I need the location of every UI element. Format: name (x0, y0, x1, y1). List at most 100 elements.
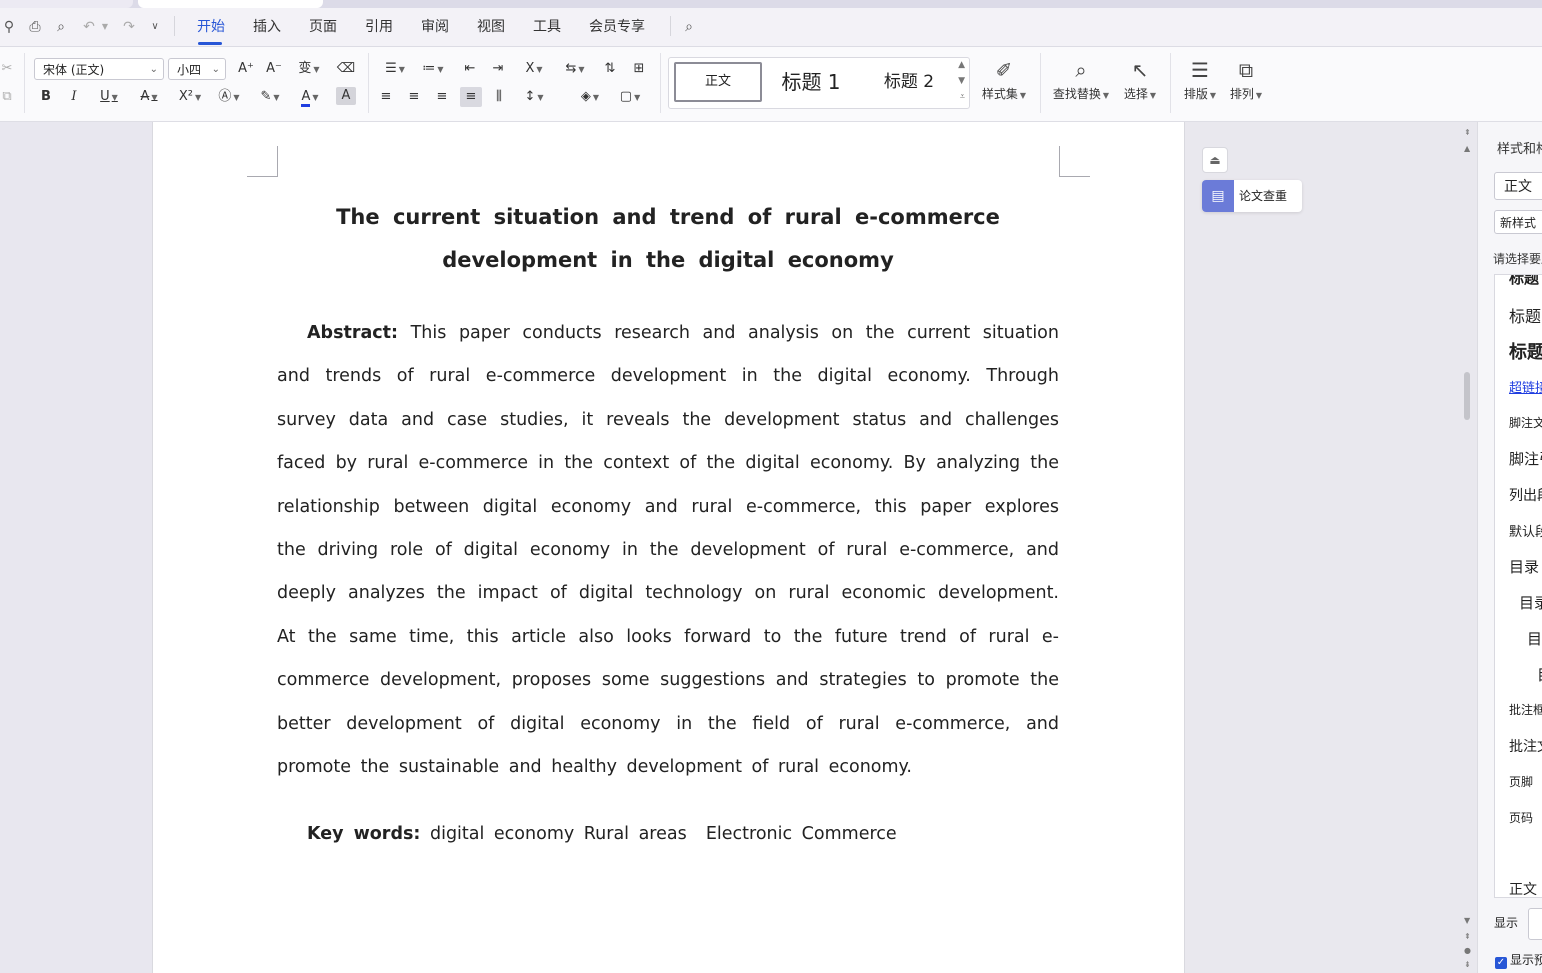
cut-icon[interactable]: ✂ (0, 59, 14, 79)
plagiarism-check-button[interactable]: ▤ 论文查重 (1202, 180, 1302, 212)
sort-icon[interactable]: ⇅ (600, 59, 620, 79)
distribute-icon[interactable]: ⫼ (488, 87, 510, 107)
collapse-icon[interactable]: ⏏ (1202, 147, 1228, 173)
underline-icon[interactable]: U ▼ (94, 87, 124, 107)
style-heading2[interactable]: 标题 2 (869, 62, 949, 102)
tab-insert[interactable]: 插入 (253, 17, 281, 37)
font-family-select[interactable]: 宋体 (正文) ⌄ (34, 58, 164, 80)
style-list-item[interactable]: 脚注引用 (1509, 448, 1542, 469)
abstract-paragraph[interactable]: Abstract: This paper conducts research a… (277, 312, 1059, 789)
style-gallery: 正文 标题 1 标题 2 ▲ ▼ ⩡ (668, 57, 970, 109)
superscript-icon[interactable]: X² ▼ (174, 87, 206, 107)
style-heading1[interactable]: 标题 1 (771, 62, 851, 102)
tab-page[interactable]: 页面 (309, 17, 337, 37)
text-direction-icon[interactable]: Ⅹ ▼ (518, 59, 550, 79)
document-page[interactable]: The current situation and trend of rural… (152, 122, 1185, 973)
current-style-box[interactable]: 正文 (1494, 172, 1542, 200)
style-list-item[interactable]: 目录 (1509, 556, 1539, 577)
show-select[interactable] (1528, 908, 1542, 940)
justify-icon[interactable]: ≡ (460, 87, 482, 107)
style-list-item[interactable]: 目录 (1527, 628, 1542, 649)
shading-icon[interactable]: ◈ ▼ (574, 87, 606, 107)
italic-icon[interactable]: I (64, 87, 84, 107)
char-shading-icon[interactable]: A (336, 87, 356, 105)
font-size-select[interactable]: 小四 ⌄ (168, 58, 226, 80)
style-list-item[interactable]: 页脚 (1509, 773, 1533, 790)
scroll-top-icon[interactable]: ⇞ (1464, 128, 1471, 137)
document-title[interactable]: The current situation and trend of rural… (275, 196, 1061, 282)
print-preview-icon[interactable]: ⌕ (52, 18, 70, 36)
grow-font-icon[interactable]: A⁺ (236, 59, 256, 79)
tab-tools[interactable]: 工具 (533, 17, 561, 37)
style-list-item[interactable]: 目录 (1519, 592, 1542, 613)
link-icon[interactable]: ⚲ (0, 18, 18, 36)
chevron-up-icon[interactable]: ▲ (958, 60, 965, 70)
style-list-item[interactable]: 默认段落字体 (1509, 521, 1542, 540)
align-left-icon[interactable]: ≡ (376, 87, 396, 107)
gallery-expand-icon[interactable]: ⩡ (960, 92, 965, 102)
style-list-item[interactable]: 脚注文本 (1509, 414, 1542, 431)
align-right-icon[interactable]: ≡ (432, 87, 452, 107)
document-tab[interactable] (0, 0, 133, 8)
quick-access-dropdown-icon[interactable]: ∨ (146, 18, 164, 36)
select-button[interactable]: ↖ 选择 ▼ (1112, 55, 1168, 113)
style-list-item[interactable]: 批注文字 (1509, 736, 1542, 756)
show-preview-checkbox[interactable]: ✓显示预览 (1495, 951, 1542, 969)
shrink-font-icon[interactable]: A⁻ (264, 59, 284, 79)
line-break-icon[interactable]: ⇆ ▼ (560, 59, 590, 79)
align-center-icon[interactable]: ≡ (404, 87, 424, 107)
chevron-down-icon[interactable]: ▼ (958, 76, 965, 86)
increase-indent-icon[interactable]: ⇥ (488, 59, 508, 79)
scroll-up-icon[interactable]: ▲ (1464, 144, 1470, 153)
style-list-item[interactable]: 页码 (1509, 809, 1533, 826)
style-list-item[interactable]: 目录 (1537, 664, 1542, 685)
style-normal[interactable]: 正文 (674, 62, 762, 102)
style-set-button[interactable]: ✐ 样式集 ▼ (972, 55, 1036, 113)
phonetic-guide-icon[interactable]: 变 ▼ (294, 59, 324, 79)
find-replace-label: 查找替换 (1052, 87, 1101, 101)
bullet-list-icon[interactable]: ☰ ▼ (380, 59, 410, 79)
bold-icon[interactable]: B (36, 87, 56, 107)
borders-icon[interactable]: ▢ ▼ (614, 87, 646, 107)
new-style-button[interactable]: 新样式 (1494, 210, 1542, 234)
decrease-indent-icon[interactable]: ⇤ (460, 59, 480, 79)
select-browse-icon[interactable]: ● (1464, 946, 1471, 955)
line-spacing-icon[interactable]: ↕ ▼ (518, 87, 550, 107)
clear-format-icon[interactable]: ⌫ (336, 59, 356, 79)
ribbon-divider (368, 53, 369, 113)
ribbon-divider (24, 53, 25, 113)
vertical-scrollbar[interactable]: ⇞ ▲ ▼ ⇞ ● ⇟ (1460, 122, 1476, 973)
copy-icon[interactable]: ⧉ (0, 87, 14, 107)
tab-home[interactable]: 开始 (197, 17, 225, 37)
arrange-button[interactable]: ⧉ 排列 ▼ (1218, 55, 1274, 113)
search-icon[interactable]: ⌕ (680, 18, 698, 36)
text-effect-icon[interactable]: Ⓐ ▼ (214, 87, 244, 107)
style-list-item[interactable]: 标题 (1509, 303, 1541, 327)
redo-icon[interactable]: ↷ (120, 18, 138, 36)
style-list-item[interactable]: 标题 (1509, 275, 1539, 288)
highlight-icon[interactable]: ✎ ▼ (254, 87, 286, 107)
tab-references[interactable]: 引用 (365, 17, 393, 37)
style-list-item[interactable]: 列出段落 (1509, 485, 1542, 505)
style-list-item[interactable]: 批注框文本 (1509, 701, 1542, 718)
show-marks-icon[interactable]: ⊞ (628, 59, 650, 79)
strikethrough-icon[interactable]: A ▼ (134, 87, 164, 107)
style-list-item[interactable]: 正文 (1509, 879, 1537, 897)
print-icon[interactable]: ⎙ (26, 18, 44, 36)
keywords-paragraph[interactable]: Key words: digital economy Rural areas E… (277, 816, 1059, 852)
undo-dropdown-icon[interactable]: ▼ (96, 18, 114, 36)
tab-view[interactable]: 视图 (477, 17, 505, 37)
font-color-icon[interactable]: A ▼ (294, 87, 326, 107)
document-tab-active[interactable] (138, 0, 323, 8)
style-list-item[interactable]: 标题 (1509, 338, 1542, 364)
next-page-icon[interactable]: ⇟ (1464, 960, 1471, 969)
style-list-item[interactable]: 超链接 (1509, 377, 1542, 396)
tab-review[interactable]: 审阅 (421, 17, 449, 37)
scroll-down-icon[interactable]: ▼ (1464, 916, 1470, 925)
styles-list[interactable]: 标题 标题 标题 超链接 脚注文本 脚注引用 列出段落 默认段落字体 目录 目录… (1494, 274, 1542, 898)
scrollbar-thumb[interactable] (1464, 372, 1470, 420)
find-replace-button[interactable]: ⌕ 查找替换 ▼ (1048, 55, 1114, 113)
prev-page-icon[interactable]: ⇞ (1464, 932, 1471, 941)
numbered-list-icon[interactable]: ≔ ▼ (418, 59, 448, 79)
tab-member[interactable]: 会员专享 (589, 17, 645, 37)
